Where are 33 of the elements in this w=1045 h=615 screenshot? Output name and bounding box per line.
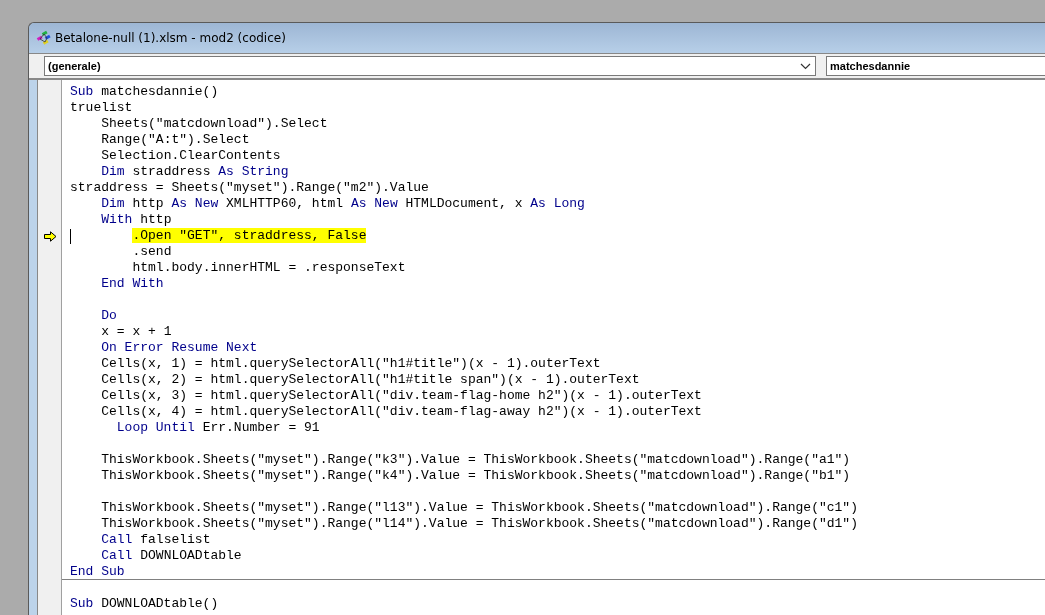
code-line: End With — [100, 276, 164, 292]
code-line: ThisWorkbook.Sheets("myset").Range("l14").Value = ThisWorkbook.Sheets("matcdownload").Range("d1") — [100, 516, 858, 532]
code-line: Cells(x, 2) = html.querySelectorAll("h1#title span")(x - 1).outerText — [100, 372, 640, 388]
code-line: x = x + 1 — [100, 324, 172, 340]
code-line: Dim straddress As String — [100, 164, 289, 180]
code-line: Loop Until Err.Number = 91 — [115, 420, 320, 436]
code-line: Sub matchesdannie() — [70, 84, 219, 100]
code-line: Do — [100, 308, 117, 324]
code-line: html.body.innerHTML = .responseText — [131, 260, 406, 276]
code-line: ThisWorkbook.Sheets("myset").Range("k4").Value = ThisWorkbook.Sheets("matcdownload").Range("b1") — [100, 468, 851, 484]
code-line: Sheets("matcdownload").Select — [100, 116, 328, 132]
components-icon — [36, 30, 52, 46]
code-line: .send — [131, 244, 172, 260]
chevron-down-icon — [800, 62, 811, 70]
code-line: Range("A:t").Select — [100, 132, 250, 148]
code-line: Cells(x, 1) = html.querySelectorAll("h1#title")(x - 1).outerText — [100, 356, 601, 372]
code-line: Sub DOWNLOADtable() — [70, 596, 219, 612]
code-line: On Error Resume Next — [100, 340, 258, 356]
code-line: Call falselist — [100, 532, 211, 548]
code-line: Dim http As New XMLHTTP60, html As New HTMLDocument, x As Long — [100, 196, 585, 212]
procedure-dropdown[interactable]: matchesdannie — [826, 56, 1045, 76]
code-line: Cells(x, 3) = html.querySelectorAll("div.team-flag-home h2")(x - 1).outerText — [100, 388, 702, 404]
code-line: With http — [100, 212, 172, 228]
code-line: End Sub — [70, 564, 125, 580]
code-line: Cells(x, 4) = html.querySelectorAll("div.team-flag-away h2")(x - 1).outerText — [100, 404, 702, 420]
code-line: Call DOWNLOADtable — [100, 548, 242, 564]
code-line: ThisWorkbook.Sheets("myset").Range("l13").Value = ThisWorkbook.Sheets("matcdownload").Range("c1") — [100, 500, 858, 516]
code-line: truelist — [70, 100, 133, 116]
code-line: ThisWorkbook.Sheets("myset").Range("k3").Value = ThisWorkbook.Sheets("matcdownload").Range("a1") — [100, 452, 851, 468]
code-line: straddress = Sheets("myset").Range("m2").Value — [70, 180, 429, 196]
object-dropdown[interactable]: (generale) — [44, 56, 816, 76]
window-title: Betalone-null (1).xlsm - mod2 (codice) — [55, 31, 286, 45]
code-line: Selection.ClearContents — [100, 148, 281, 164]
